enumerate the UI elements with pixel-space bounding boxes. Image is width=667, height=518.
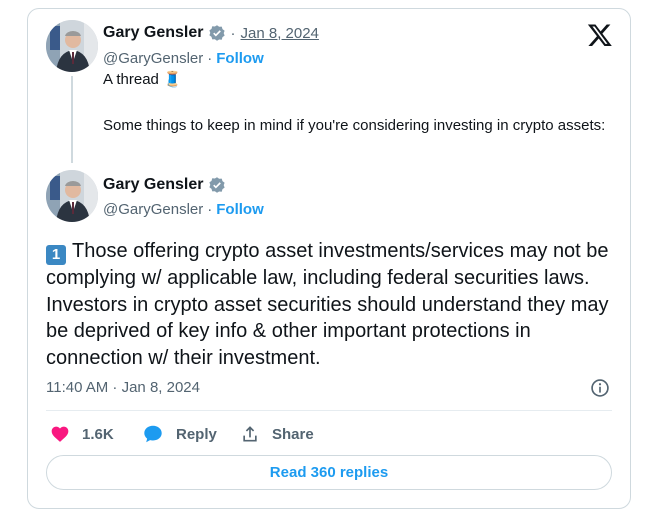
share-label: Share bbox=[272, 425, 314, 443]
tweet-timestamp[interactable]: 11:40 AM · Jan 8, 2024 bbox=[46, 379, 200, 396]
keycap-one-emoji: 1 bbox=[46, 245, 66, 265]
reply-button[interactable]: Reply bbox=[142, 423, 217, 445]
avatar[interactable] bbox=[46, 170, 98, 222]
tweet-date-link[interactable]: Jan 8, 2024 bbox=[241, 25, 319, 42]
verified-badge-icon bbox=[208, 177, 225, 193]
separator: · bbox=[207, 200, 213, 218]
author-handle[interactable]: @GaryGensler bbox=[103, 50, 203, 67]
info-icon[interactable] bbox=[590, 378, 610, 398]
read-replies-label: Read 360 replies bbox=[269, 464, 389, 481]
tweet1-header: Gary Gensler · Jan 8, 2024 bbox=[103, 22, 319, 44]
tweet1-line2: Some things to keep in mind if you're co… bbox=[103, 117, 606, 134]
tweet-body-text: Those offering crypto asset investments/… bbox=[46, 240, 609, 369]
divider bbox=[46, 410, 612, 411]
thread-connector-line bbox=[71, 76, 73, 163]
share-icon bbox=[243, 426, 257, 442]
share-button[interactable]: Share bbox=[240, 423, 314, 445]
like-count: 1.6K bbox=[82, 425, 114, 443]
tweet1-line1: A thread 🧵 bbox=[103, 71, 182, 88]
tweet2-handle-row: @GaryGensler · Follow bbox=[103, 199, 264, 219]
separator: · bbox=[230, 24, 236, 42]
reply-bubble-icon bbox=[144, 425, 162, 443]
heart-icon bbox=[51, 426, 69, 442]
like-button[interactable]: 1.6K bbox=[50, 423, 114, 445]
verified-badge-icon bbox=[208, 25, 225, 41]
tweet2-header: Gary Gensler bbox=[103, 174, 226, 196]
follow-button[interactable]: Follow bbox=[216, 50, 264, 67]
x-logo-icon[interactable] bbox=[587, 22, 613, 48]
author-name[interactable]: Gary Gensler bbox=[103, 176, 204, 194]
read-replies-button[interactable]: Read 360 replies bbox=[46, 455, 612, 490]
author-handle[interactable]: @GaryGensler bbox=[103, 201, 203, 218]
avatar[interactable] bbox=[46, 20, 98, 72]
follow-button[interactable]: Follow bbox=[216, 201, 264, 218]
tweet-body: 1 Those offering crypto asset investments… bbox=[46, 238, 612, 371]
tweet1-handle-row: @GaryGensler · Follow bbox=[103, 48, 264, 68]
reply-label: Reply bbox=[176, 425, 217, 443]
author-name[interactable]: Gary Gensler bbox=[103, 24, 204, 42]
separator: · bbox=[207, 49, 213, 67]
